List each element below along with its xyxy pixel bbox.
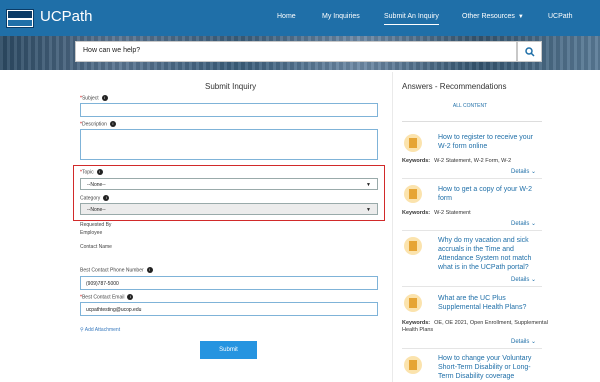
email-label-text: Best Contact Email bbox=[81, 294, 125, 301]
add-attachment-label: Add Attachment bbox=[84, 327, 121, 333]
article-icon-glyph bbox=[409, 138, 417, 148]
description-field[interactable] bbox=[80, 129, 378, 160]
details-label: Details bbox=[511, 221, 530, 227]
logo-bar-top bbox=[8, 11, 32, 18]
phone-field[interactable]: (909)787-5000 bbox=[80, 276, 378, 290]
card-divider bbox=[402, 286, 542, 287]
article-keywords: Keywords: W-2 Statement, W-2 Form, W-2 bbox=[402, 158, 552, 165]
phone-field-value: (909)787-5000 bbox=[86, 281, 119, 287]
chevron-down-icon: ⌄ bbox=[531, 277, 537, 283]
search-placeholder: How can we help? bbox=[83, 47, 141, 54]
nav-submit-inquiry[interactable]: Submit An Inquiry bbox=[384, 13, 439, 25]
nav-my-inquiries[interactable]: My Inquiries bbox=[322, 13, 360, 20]
requested-by-label: Requested By bbox=[80, 222, 112, 228]
answers-title: Answers - Recommendations bbox=[402, 82, 507, 91]
details-label: Details bbox=[511, 169, 530, 175]
keywords-value: W-2 Statement, W-2 Form, W-2 bbox=[434, 158, 512, 164]
subject-label-text: Subject bbox=[81, 95, 99, 102]
category-label-text: Category bbox=[80, 195, 101, 202]
chevron-down-icon: ▼ bbox=[517, 14, 524, 20]
article-keywords: Keywords: OE, OE 2021, Open Enrollment, S… bbox=[402, 320, 552, 334]
article-icon bbox=[404, 356, 422, 374]
info-icon[interactable]: i bbox=[103, 195, 110, 201]
tab-underline bbox=[402, 121, 542, 122]
nav-ucpath[interactable]: UCPath bbox=[548, 13, 573, 20]
submit-button[interactable]: Submit bbox=[200, 341, 257, 359]
article-link[interactable]: Why do my vacation and sick accruals in … bbox=[438, 236, 540, 272]
article-icon bbox=[404, 134, 422, 152]
email-label: *Best Contact Email i bbox=[80, 294, 134, 301]
article-link[interactable]: How to register to receive your W-2 form… bbox=[438, 133, 540, 151]
description-label: *Description i bbox=[80, 121, 116, 127]
chevron-down-icon: ⌄ bbox=[531, 339, 537, 345]
subject-label: *Subject i bbox=[80, 95, 108, 101]
details-toggle[interactable]: Details ⌄ bbox=[511, 338, 536, 345]
tab-all-content[interactable]: ALL CONTENT bbox=[440, 103, 500, 109]
requested-by-value: Employee bbox=[80, 230, 103, 236]
add-attachment-link[interactable]: ⚲ Add Attachment bbox=[80, 327, 120, 333]
topic-select-value: --None-- bbox=[87, 182, 106, 188]
card-divider bbox=[402, 178, 542, 179]
article-icon-glyph bbox=[409, 189, 417, 199]
app-title[interactable]: UCPath bbox=[40, 8, 93, 25]
details-toggle[interactable]: Details ⌄ bbox=[511, 168, 536, 175]
article-icon bbox=[404, 237, 422, 255]
keywords-label: Keywords: bbox=[402, 210, 431, 216]
details-toggle[interactable]: Details ⌄ bbox=[511, 276, 536, 283]
search-button[interactable] bbox=[517, 41, 542, 62]
uc-logo[interactable] bbox=[6, 9, 34, 28]
article-link[interactable]: How to change your Voluntary Short-Term … bbox=[438, 354, 540, 381]
description-label-text: Description bbox=[81, 121, 107, 128]
logo-bar-bottom bbox=[8, 20, 32, 26]
category-select[interactable]: --None-- ▼ bbox=[80, 203, 378, 215]
article-link[interactable]: How to get a copy of your W-2 form bbox=[438, 185, 540, 203]
category-label: Category i bbox=[80, 195, 110, 202]
article-icon bbox=[404, 294, 422, 312]
chevron-down-icon: ⌄ bbox=[531, 221, 537, 227]
article-icon-glyph bbox=[409, 360, 417, 370]
panel-divider bbox=[392, 72, 393, 382]
search-input[interactable]: How can we help? bbox=[75, 41, 517, 62]
info-icon[interactable]: i bbox=[96, 169, 103, 175]
form-title: Submit Inquiry bbox=[205, 82, 257, 91]
article-icon-glyph bbox=[409, 298, 417, 308]
phone-label: Best Contact Phone Number i bbox=[80, 267, 153, 273]
article-icon-glyph bbox=[409, 241, 417, 251]
email-field-value: ucpathtesting@ucop.edu bbox=[86, 307, 142, 313]
category-select-value: --None-- bbox=[87, 207, 106, 213]
article-link[interactable]: What are the UC Plus Supplemental Health… bbox=[438, 294, 540, 312]
article-keywords: Keywords: W-2 Statement bbox=[402, 210, 552, 217]
info-icon[interactable]: i bbox=[127, 294, 134, 300]
keywords-value: W-2 Statement bbox=[434, 210, 471, 216]
email-field[interactable]: ucpathtesting@ucop.edu bbox=[80, 302, 378, 316]
subject-field[interactable] bbox=[80, 103, 378, 117]
phone-label-text: Best Contact Phone Number bbox=[80, 267, 144, 274]
keywords-label: Keywords: bbox=[402, 158, 431, 164]
nav-home[interactable]: Home bbox=[277, 13, 296, 20]
caret-down-icon: ▼ bbox=[366, 182, 371, 188]
details-toggle[interactable]: Details ⌄ bbox=[511, 220, 536, 227]
topic-label: *Topic i bbox=[80, 169, 103, 175]
details-label: Details bbox=[511, 339, 530, 345]
details-label: Details bbox=[511, 277, 530, 283]
chevron-down-icon: ⌄ bbox=[531, 169, 537, 175]
info-icon[interactable]: i bbox=[109, 121, 116, 127]
info-icon[interactable]: i bbox=[146, 267, 153, 273]
nav-other-resources[interactable]: Other Resources ▼ bbox=[462, 13, 524, 20]
card-divider bbox=[402, 230, 542, 231]
nav-other-resources-label: Other Resources bbox=[462, 13, 515, 20]
card-divider bbox=[402, 348, 542, 349]
top-nav-bar: UCPath Home My Inquiries Submit An Inqui… bbox=[0, 0, 600, 36]
keywords-label: Keywords: bbox=[402, 320, 431, 326]
attachment-icon: ⚲ bbox=[80, 327, 84, 333]
contact-name-label: Contact Name bbox=[80, 244, 112, 250]
caret-down-icon: ▼ bbox=[366, 207, 371, 213]
topic-select[interactable]: --None-- ▼ bbox=[80, 178, 378, 190]
search-icon bbox=[525, 47, 535, 57]
article-icon bbox=[404, 185, 422, 203]
info-icon[interactable]: i bbox=[101, 95, 108, 101]
topic-label-text: Topic bbox=[81, 169, 94, 176]
